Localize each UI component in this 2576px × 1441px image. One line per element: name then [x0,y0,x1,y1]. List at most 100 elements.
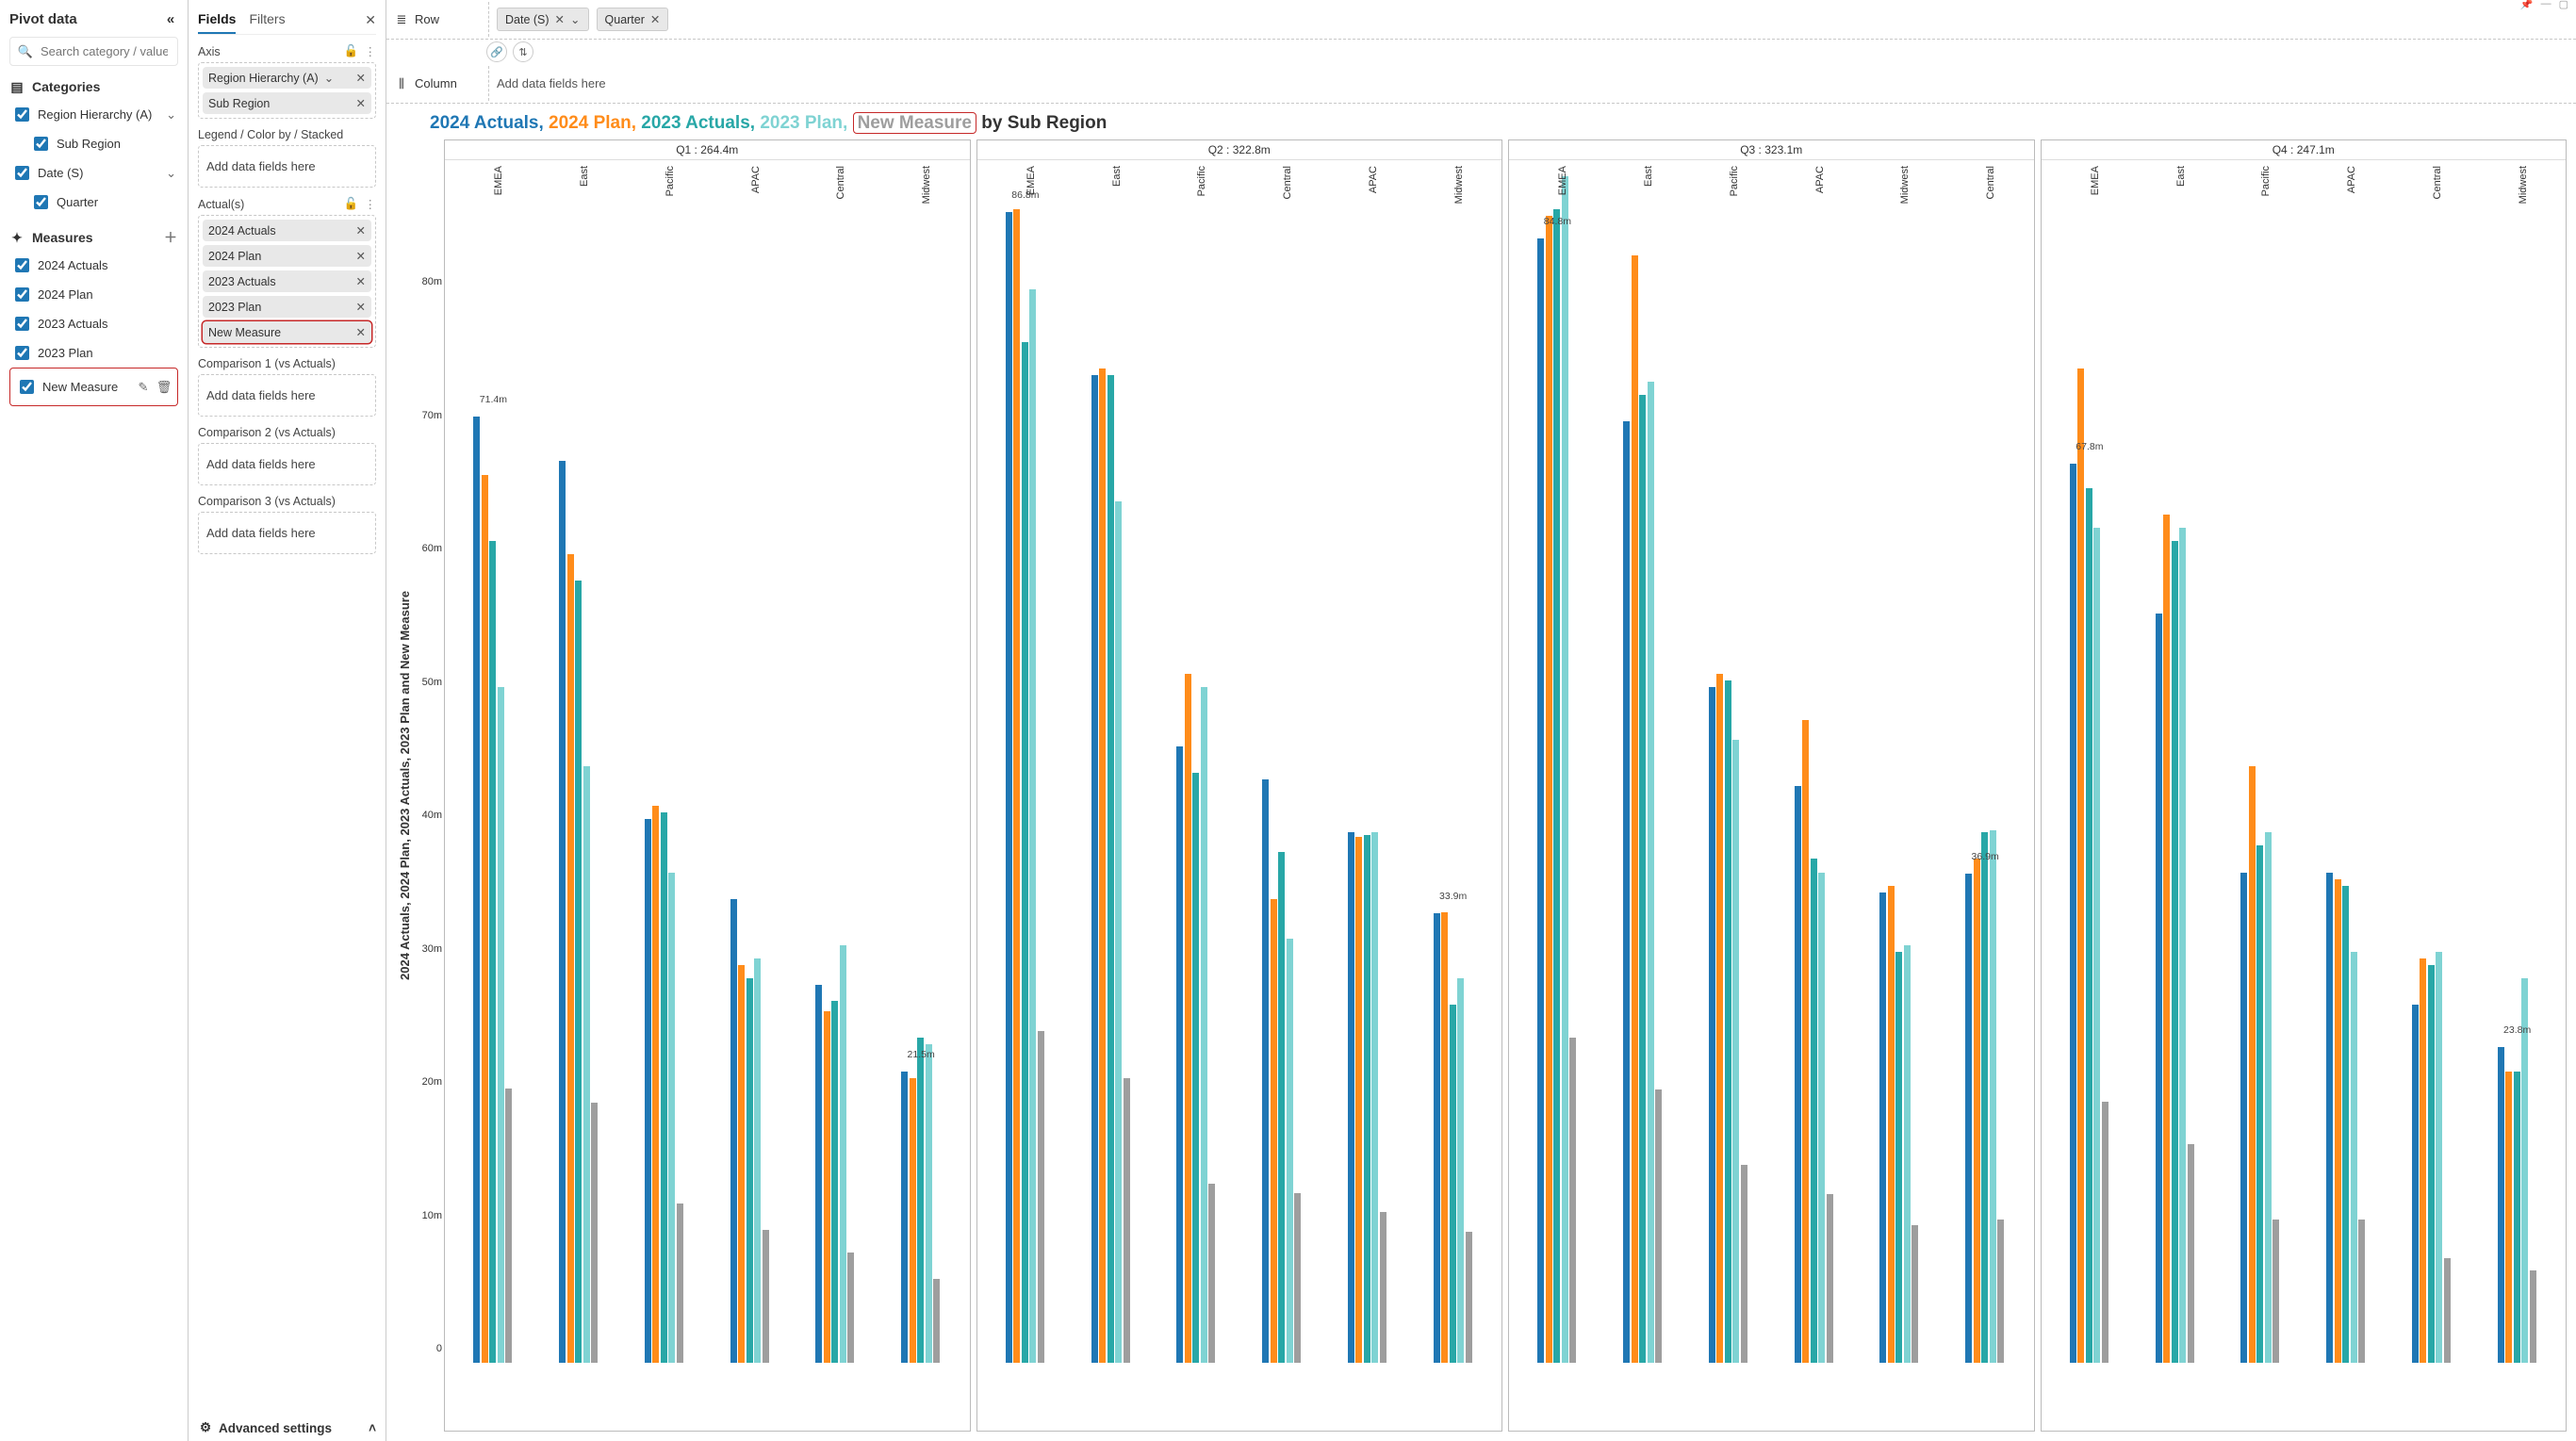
measure-item[interactable]: 2023 Plan [9,338,178,368]
column-drop-zone[interactable]: Add data fields here [488,66,2568,101]
category-item[interactable]: Region Hierarchy (A) [9,100,178,129]
bar[interactable] [1457,978,1464,1363]
bar[interactable] [1029,289,1036,1363]
bar[interactable] [2428,965,2435,1363]
bar[interactable] [2505,1072,2512,1363]
bar[interactable] [831,1001,838,1363]
bar[interactable] [2265,832,2272,1363]
bar[interactable] [2070,464,2076,1363]
bar[interactable] [1364,835,1370,1363]
close-fields-icon[interactable]: ✕ [365,12,376,28]
bar[interactable] [1997,1220,2004,1363]
bar[interactable] [652,806,659,1363]
bar[interactable] [1294,1193,1301,1363]
checkbox[interactable] [20,380,34,394]
bar[interactable] [1879,892,1886,1363]
actual-pill[interactable]: 2023 Plan✕ [203,296,371,318]
row-chip[interactable]: Quarter✕ [597,8,669,31]
close-icon[interactable]: ✕ [650,12,660,26]
bar[interactable] [2272,1220,2279,1363]
axis-pill[interactable]: Region Hierarchy (A)⌄✕ [203,67,371,89]
bar[interactable] [1802,720,1809,1363]
bar[interactable] [910,1078,916,1363]
bar[interactable] [1434,913,1440,1363]
bar[interactable] [489,541,496,1363]
bar[interactable] [2444,1258,2451,1363]
bar[interactable] [2521,978,2528,1363]
bar[interactable] [738,965,745,1363]
bar[interactable] [2412,1005,2419,1363]
checkbox[interactable] [15,166,29,180]
minimize-icon[interactable]: — [2541,0,2551,10]
bar[interactable] [2335,879,2341,1363]
bar[interactable] [1895,952,1902,1363]
bar[interactable] [1108,375,1114,1363]
close-icon[interactable]: ✕ [356,223,366,237]
bar[interactable] [1562,176,1568,1363]
bar[interactable] [2249,766,2256,1363]
bar[interactable] [1827,1194,1833,1363]
checkbox[interactable] [15,346,29,360]
actual-pill[interactable]: 2024 Plan✕ [203,245,371,267]
bar[interactable] [1811,859,1817,1363]
bar[interactable] [2256,845,2263,1363]
collapse-left-icon[interactable]: « [163,12,178,27]
bar[interactable] [901,1072,908,1363]
close-icon[interactable]: ✕ [555,12,565,26]
bar[interactable] [1124,1078,1130,1363]
bar[interactable] [2077,368,2084,1363]
bar[interactable] [1176,746,1183,1363]
bar[interactable] [505,1089,512,1363]
bar[interactable] [1632,255,1638,1363]
bar[interactable] [1904,945,1911,1363]
bar[interactable] [1888,886,1895,1363]
checkbox[interactable] [34,195,48,209]
search-input-wrap[interactable]: 🔍 [9,37,178,66]
link-icon[interactable]: 🔗 [486,41,507,62]
close-icon[interactable]: ✕ [356,96,366,110]
delete-icon[interactable]: 🗑 [156,380,172,395]
checkbox[interactable] [15,107,29,122]
bar[interactable] [2240,873,2247,1363]
edit-icon[interactable]: ✎ [136,380,151,395]
chevron-down-icon[interactable]: ⌄ [324,71,334,85]
chevron-down-icon[interactable]: ⌄ [570,12,580,26]
add-measure-icon[interactable]: ＋ [163,230,178,245]
bar[interactable] [1355,837,1362,1363]
bar[interactable] [2514,1072,2520,1363]
bar[interactable] [847,1253,854,1363]
bar[interactable] [1038,1031,1044,1363]
actual-pill[interactable]: 2024 Actuals✕ [203,220,371,241]
bar[interactable] [926,1044,932,1363]
legend-drop-zone[interactable]: Add data fields here [198,145,376,188]
close-icon[interactable]: ✕ [356,249,366,263]
axis-pill[interactable]: Sub Region✕ [203,92,371,114]
bar[interactable] [1655,1089,1662,1363]
close-icon[interactable]: ✕ [356,325,366,339]
row-chip[interactable]: Date (S)✕⌄ [497,8,589,31]
measure-item[interactable]: 2023 Actuals [9,309,178,338]
bar[interactable] [1006,212,1012,1363]
measure-item[interactable]: 2024 Plan [9,280,178,309]
bar[interactable] [1911,1225,1918,1363]
bar[interactable] [1380,1212,1386,1363]
bar[interactable] [2342,886,2349,1363]
bar[interactable] [2420,958,2426,1363]
bar[interactable] [2093,528,2100,1363]
actual-pill[interactable]: New Measure✕ [203,321,371,343]
bar[interactable] [1818,873,1825,1363]
bar[interactable] [1348,832,1354,1363]
maximize-icon[interactable]: ▢ [2559,0,2568,10]
bar[interactable] [2326,873,2333,1363]
bar[interactable] [575,581,582,1363]
bar[interactable] [1569,1038,1576,1363]
bar[interactable] [1716,674,1723,1363]
bar[interactable] [1965,874,1972,1363]
bar[interactable] [2436,952,2442,1363]
lock-icon[interactable]: 🔓 [344,197,359,211]
checkbox[interactable] [15,317,29,331]
bar[interactable] [1990,830,1996,1363]
bar[interactable] [1623,421,1630,1363]
bar[interactable] [1208,1184,1215,1363]
bar[interactable] [482,475,488,1363]
